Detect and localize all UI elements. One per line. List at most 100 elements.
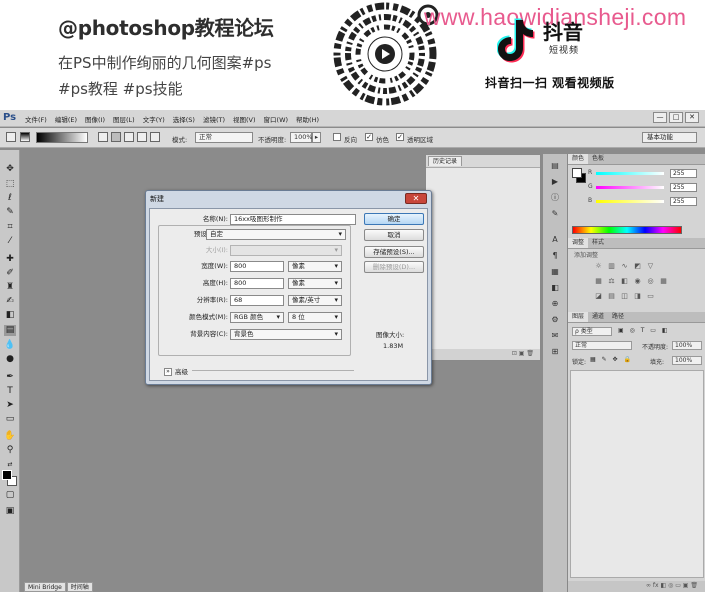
menu-image[interactable]: 图像(I) — [85, 114, 105, 124]
color-lookup-icon[interactable]: ▦ — [659, 277, 668, 286]
screen-mode-icon[interactable]: ▣ — [4, 506, 16, 517]
b-slider[interactable] — [596, 200, 664, 203]
selective-color-icon[interactable]: ◨ — [633, 292, 642, 301]
tool-preset-icon[interactable] — [6, 132, 16, 142]
ok-button[interactable]: 确定 — [364, 213, 424, 225]
character-panel-icon[interactable]: A — [548, 234, 562, 246]
menu-filter[interactable]: 滤镜(T) — [203, 114, 225, 124]
transparency-checkbox[interactable]: ✓ — [396, 133, 404, 141]
tab-channels[interactable]: 通道 — [588, 312, 608, 322]
opacity-input[interactable]: 100% — [290, 132, 313, 143]
color-balance-icon[interactable]: ⚖ — [607, 277, 616, 286]
levels-icon[interactable]: ▥ — [607, 262, 616, 271]
eraser-tool-icon[interactable]: ◧ — [4, 310, 16, 321]
crop-tool-icon[interactable]: ⌗ — [4, 222, 16, 233]
quick-select-tool-icon[interactable]: ✎ — [4, 207, 16, 218]
menu-file[interactable]: 文件(F) — [25, 114, 47, 124]
tab-adjustments[interactable]: 调整 — [568, 238, 589, 248]
expand-icon[interactable]: » — [164, 368, 172, 376]
measurement-panel-icon[interactable]: ⊞ — [548, 346, 562, 358]
delete-preset-button[interactable]: 删除预设(D)... — [364, 261, 424, 273]
gradient-tool-icon[interactable]: ▤ — [4, 325, 16, 336]
clone-source-panel-icon[interactable]: ⊕ — [548, 298, 562, 310]
angle-gradient-icon[interactable] — [124, 132, 134, 142]
advanced-toggle[interactable]: » 高级 — [164, 366, 188, 376]
b-value[interactable]: 255 — [670, 197, 697, 206]
brightness-icon[interactable]: ☼ — [594, 262, 603, 271]
resolution-unit-select[interactable]: 像素/英寸 — [288, 295, 342, 306]
layer-filter-icons[interactable]: ▣ ◎ T ▭ ◧ — [618, 327, 670, 334]
gradient-map-icon[interactable]: ▭ — [646, 292, 655, 301]
layer-comps-panel-icon[interactable]: ▦ — [548, 266, 562, 278]
properties-panel-icon[interactable]: ◧ — [548, 282, 562, 294]
curves-icon[interactable]: ∿ — [620, 262, 629, 271]
stamp-tool-icon[interactable]: ♜ — [4, 282, 16, 293]
layer-opacity-input[interactable]: 100% — [672, 341, 702, 350]
posterize-icon[interactable]: ▤ — [607, 292, 616, 301]
r-slider[interactable] — [596, 172, 664, 175]
history-tab[interactable]: 历史记录 — [428, 156, 463, 166]
color-fg-swatch[interactable] — [572, 168, 582, 178]
gradient-picker[interactable] — [36, 132, 88, 143]
tab-styles[interactable]: 样式 — [588, 238, 608, 248]
path-select-tool-icon[interactable]: ➤ — [4, 400, 16, 411]
workspace-switcher[interactable]: 基本功能 — [642, 132, 697, 143]
fill-input[interactable]: 100% — [672, 356, 702, 365]
layer-filter-select[interactable]: ρ 类型 — [572, 327, 612, 336]
menu-window[interactable]: 窗口(W) — [264, 114, 289, 124]
blend-mode-select[interactable]: 正常 — [572, 341, 632, 350]
gradient-swatch-icon[interactable] — [20, 132, 30, 142]
exposure-icon[interactable]: ◩ — [633, 262, 642, 271]
height-unit-select[interactable]: 像素 — [288, 278, 342, 289]
lasso-tool-icon[interactable]: ℓ — [4, 193, 16, 204]
info-panel-icon[interactable]: ⓘ — [548, 192, 562, 204]
notes-panel-icon[interactable]: ✉ — [548, 330, 562, 342]
menu-view[interactable]: 视图(V) — [233, 114, 256, 124]
tab-swatches[interactable]: 色板 — [588, 154, 608, 164]
linear-gradient-icon[interactable] — [98, 132, 108, 142]
quick-mask-icon[interactable]: ▢ — [4, 490, 16, 501]
blur-tool-icon[interactable]: 💧 — [4, 340, 16, 351]
tab-timeline[interactable]: 时间轴 — [66, 582, 93, 592]
color-mode-select[interactable]: RGB 颜色 — [230, 312, 284, 323]
g-value[interactable]: 255 — [670, 183, 697, 192]
minimize-button[interactable]: — — [653, 112, 667, 123]
shape-tool-icon[interactable]: ▭ — [4, 414, 16, 425]
lock-icons[interactable]: ▦ ✎ ✥ 🔒 — [590, 356, 633, 363]
width-unit-select[interactable]: 像素 — [288, 261, 342, 272]
foreground-color-swatch[interactable] — [2, 470, 12, 480]
preset-select[interactable]: 自定 — [206, 229, 346, 240]
diamond-gradient-icon[interactable] — [150, 132, 160, 142]
menu-select[interactable]: 选择(S) — [173, 114, 195, 124]
maximize-button[interactable]: □ — [669, 112, 683, 123]
menu-edit[interactable]: 编辑(E) — [55, 114, 77, 124]
history-panel-icon[interactable]: ▤ — [548, 160, 562, 172]
bw-icon[interactable]: ◧ — [620, 277, 629, 286]
resolution-input[interactable]: 68 — [230, 295, 284, 306]
tab-layers[interactable]: 图层 — [568, 312, 589, 322]
brush-tool-icon[interactable]: ✐ — [4, 268, 16, 279]
invert-icon[interactable]: ◪ — [594, 292, 603, 301]
reverse-checkbox[interactable] — [333, 133, 341, 141]
bit-depth-select[interactable]: 8 位 — [288, 312, 342, 323]
tab-color[interactable]: 颜色 — [568, 154, 589, 164]
paragraph-panel-icon[interactable]: ¶ — [548, 250, 562, 262]
size-select[interactable] — [230, 245, 342, 256]
tab-paths[interactable]: 路径 — [608, 312, 628, 322]
close-window-button[interactable]: ✕ — [685, 112, 699, 123]
dither-checkbox[interactable]: ✓ — [365, 133, 373, 141]
radial-gradient-icon[interactable] — [111, 132, 121, 142]
hand-tool-icon[interactable]: ✋ — [4, 431, 16, 442]
healing-brush-tool-icon[interactable]: ✚ — [4, 254, 16, 265]
cancel-button[interactable]: 取消 — [364, 229, 424, 241]
threshold-icon[interactable]: ◫ — [620, 292, 629, 301]
channel-mixer-icon[interactable]: ◎ — [646, 277, 655, 286]
actions-panel-icon[interactable]: ▶ — [548, 176, 562, 188]
move-tool-icon[interactable]: ✥ — [4, 164, 16, 175]
reflected-gradient-icon[interactable] — [137, 132, 147, 142]
swap-colors-icon[interactable]: ⇄ — [4, 459, 16, 470]
menu-help[interactable]: 帮助(H) — [296, 114, 319, 124]
marquee-tool-icon[interactable]: ⬚ — [4, 179, 16, 190]
brush-panel-icon[interactable]: ✎ — [548, 208, 562, 220]
hue-sat-icon[interactable]: ▦ — [594, 277, 603, 286]
